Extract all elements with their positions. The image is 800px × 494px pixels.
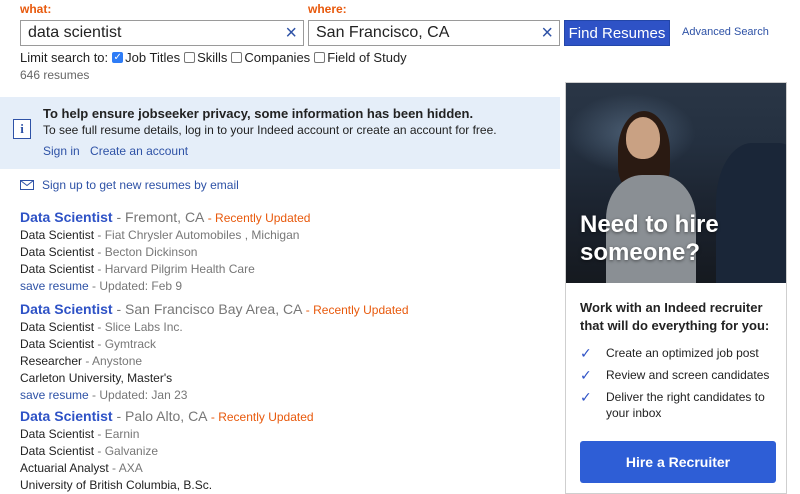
- envelope-icon: [20, 180, 34, 190]
- resume-result: Data Scientist - Fremont, CA - Recently …: [20, 208, 555, 294]
- updated-date: - Updated: Feb 9: [88, 279, 183, 293]
- clear-what-icon[interactable]: ×: [285, 22, 297, 44]
- what-label: what:: [20, 2, 52, 16]
- privacy-body: To see full resume details, log in to yo…: [43, 123, 497, 137]
- email-alert-text: Sign up to get new resumes by email: [42, 178, 239, 192]
- where-label: where:: [308, 2, 347, 16]
- create-account-link[interactable]: Create an account: [90, 144, 188, 158]
- recently-updated-badge: - Recently Updated: [207, 410, 314, 424]
- education-line: Carleton University, Master's: [20, 371, 173, 385]
- checkbox-icon[interactable]: [231, 52, 243, 63]
- checkbox-checked-icon[interactable]: ✓: [112, 52, 124, 63]
- experience-line: Data Scientist - Slice Labs Inc.: [20, 320, 183, 334]
- limit-search-row: Limit search to: ✓ Job Titles Skills Com…: [20, 50, 407, 65]
- find-resumes-button[interactable]: Find Resumes: [564, 20, 670, 46]
- recruiter-ad: Need to hire someone? Work with an Indee…: [565, 82, 787, 494]
- experience-line: Data Scientist - Gymtrack: [20, 337, 157, 351]
- ad-photo: Need to hire someone?: [566, 83, 786, 283]
- where-input[interactable]: [309, 21, 559, 45]
- checkbox-icon[interactable]: [314, 52, 326, 63]
- experience-line: Data Scientist - Becton Dickinson: [20, 245, 198, 259]
- resume-result: Data Scientist - San Francisco Bay Area,…: [20, 300, 555, 403]
- resume-title-link[interactable]: Data Scientist: [20, 209, 113, 225]
- experience-line: Data Scientist - Fiat Chrysler Automobil…: [20, 228, 300, 242]
- updated-date: - Updated: Jan 23: [88, 388, 188, 402]
- checkmark-icon: ✓: [580, 367, 592, 383]
- resume-title-link[interactable]: Data Scientist: [20, 408, 113, 424]
- checkmark-icon: ✓: [580, 345, 592, 361]
- list-item: ✓ Create an optimized job post: [580, 345, 759, 361]
- experience-line: Researcher - Anystone: [20, 354, 143, 368]
- save-resume-link[interactable]: save resume: [20, 388, 89, 402]
- experience-line: Data Scientist - Earnin: [20, 427, 140, 441]
- resume-location: - Palo Alto, CA: [112, 408, 208, 424]
- checkbox-icon[interactable]: [184, 52, 196, 63]
- filter-field-of-study[interactable]: Field of Study: [314, 50, 407, 65]
- list-item: ✓ Deliver the right candidates to your in…: [580, 389, 765, 420]
- limit-label: Limit search to:: [20, 50, 109, 65]
- experience-line: Actuarial Analyst - AXA: [20, 461, 143, 475]
- privacy-notice: i To help ensure jobseeker privacy, some…: [0, 97, 560, 169]
- recently-updated-badge: - Recently Updated: [302, 303, 409, 317]
- where-field[interactable]: ×: [308, 20, 560, 46]
- save-resume-link[interactable]: save resume: [20, 279, 89, 293]
- experience-line: Data Scientist - Galvanize: [20, 444, 159, 458]
- sign-in-link[interactable]: Sign in: [43, 144, 80, 158]
- hire-recruiter-button[interactable]: Hire a Recruiter: [580, 441, 776, 483]
- checkmark-icon: ✓: [580, 389, 592, 405]
- what-input[interactable]: [21, 21, 303, 45]
- resume-location: - San Francisco Bay Area, CA: [112, 301, 303, 317]
- experience-line: Data Scientist - Harvard Pilgrim Health …: [20, 262, 255, 276]
- result-count: 646 resumes: [20, 68, 90, 82]
- resume-title-link[interactable]: Data Scientist: [20, 301, 113, 317]
- filter-job-titles[interactable]: ✓ Job Titles: [112, 50, 180, 65]
- email-alert-link[interactable]: Sign up to get new resumes by email: [20, 178, 239, 192]
- filter-skills[interactable]: Skills: [184, 50, 227, 65]
- privacy-heading: To help ensure jobseeker privacy, some i…: [43, 106, 474, 121]
- advanced-search-link[interactable]: Advanced Search: [682, 26, 769, 38]
- recently-updated-badge: - Recently Updated: [204, 211, 311, 225]
- clear-where-icon[interactable]: ×: [541, 22, 553, 44]
- ad-benefits-list: ✓ Create an optimized job post ✓ Review an…: [580, 345, 780, 427]
- info-icon: i: [13, 119, 31, 139]
- filter-companies[interactable]: Companies: [231, 50, 310, 65]
- ad-subheading: Work with an Indeed recruiter that will …: [580, 300, 770, 333]
- list-item: ✓ Review and screen candidates: [580, 367, 770, 383]
- what-field[interactable]: ×: [20, 20, 304, 46]
- education-line: University of British Columbia, B.Sc.: [20, 478, 213, 492]
- ad-headline: Need to hire someone?: [580, 211, 719, 266]
- resume-result: Data Scientist - Palo Alto, CA - Recentl…: [20, 407, 555, 494]
- resume-location: - Fremont, CA: [112, 209, 205, 225]
